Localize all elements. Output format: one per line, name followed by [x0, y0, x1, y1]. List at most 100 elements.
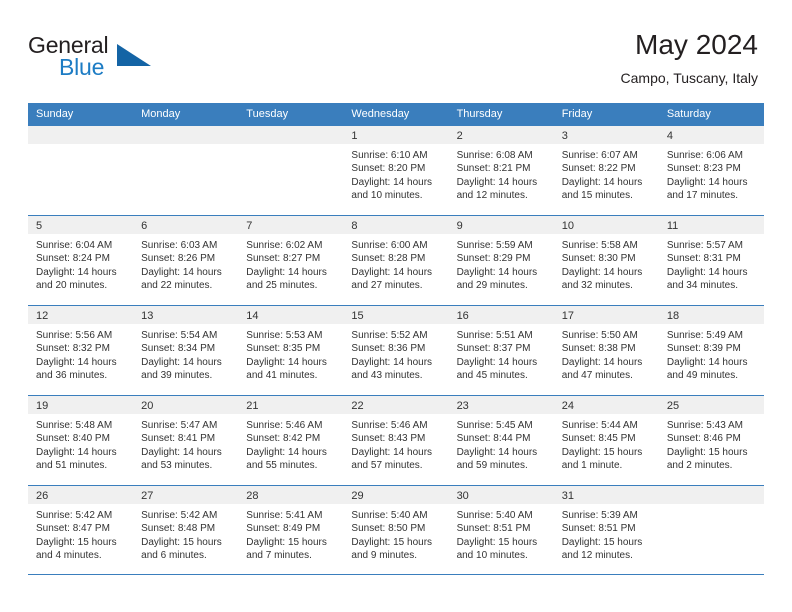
day-cell[interactable]: 14 Sunrise: 5:53 AM Sunset: 8:35 PM Dayligh…	[238, 306, 344, 395]
sunrise-text: Sunrise: 5:41 AM	[246, 510, 323, 521]
sunrise-text: Sunrise: 5:58 AM	[561, 240, 638, 251]
daylight-text-line1: Daylight: 14 hours	[246, 266, 327, 278]
day-info: Sunrise: 5:46 AM Sunset: 8:43 PM Daylight:…	[343, 414, 448, 472]
day-info: Sunrise: 6:07 AM Sunset: 8:22 PM Daylight:…	[554, 144, 659, 202]
daylight-text-line2: and 10 minutes.	[456, 549, 528, 561]
day-cell[interactable]: 19 Sunrise: 5:48 AM Sunset: 8:40 PM Dayligh…	[28, 396, 134, 485]
day-number-band: 1	[343, 126, 449, 144]
daylight-text-line1: Daylight: 14 hours	[351, 266, 433, 278]
weekday-header-row: Sunday Monday Tuesday Wednesday Thursday…	[28, 103, 764, 125]
day-info: Sunrise: 6:03 AM Sunset: 8:26 PM Daylight:…	[133, 234, 238, 292]
day-number: 18	[666, 310, 680, 322]
sunrise-text: Sunrise: 6:04 AM	[36, 240, 113, 251]
sunrise-text: Sunrise: 5:40 AM	[351, 510, 428, 521]
day-number-band	[658, 486, 764, 504]
day-cell[interactable]: 7 Sunrise: 6:02 AM Sunset: 8:27 PM Daylight…	[238, 216, 344, 305]
weekday-header-saturday: Saturday	[666, 108, 711, 120]
day-cell[interactable]: 9 Sunrise: 5:59 AM Sunset: 8:29 PM Daylight…	[448, 216, 554, 305]
day-info: Sunrise: 5:45 AM Sunset: 8:44 PM Daylight:…	[449, 414, 554, 472]
day-info: Sunrise: 6:04 AM Sunset: 8:24 PM Daylight:…	[28, 234, 133, 292]
daylight-text-line1: Daylight: 14 hours	[666, 266, 748, 278]
sunrise-text: Sunrise: 6:03 AM	[141, 240, 218, 251]
sunset-text: Sunset: 8:51 PM	[561, 523, 636, 535]
day-info: Sunrise: 5:43 AM Sunset: 8:46 PM Daylight:…	[659, 414, 764, 472]
daylight-text-line2: and 29 minutes.	[456, 279, 528, 291]
day-cell[interactable]: 24 Sunrise: 5:44 AM Sunset: 8:45 PM Dayligh…	[553, 396, 659, 485]
day-cell[interactable]: 6 Sunrise: 6:03 AM Sunset: 8:26 PM Daylight…	[133, 216, 239, 305]
day-cell[interactable]: 12 Sunrise: 5:56 AM Sunset: 8:32 PM Dayligh…	[28, 306, 134, 395]
logo-text-blue: Blue	[59, 54, 105, 80]
day-cell[interactable]: 13 Sunrise: 5:54 AM Sunset: 8:34 PM Dayligh…	[133, 306, 239, 395]
day-cell[interactable]: 10 Sunrise: 5:58 AM Sunset: 8:30 PM Dayligh…	[553, 216, 659, 305]
day-cell[interactable]: 26 Sunrise: 5:42 AM Sunset: 8:47 PM Dayligh…	[28, 486, 134, 574]
sunset-text: Sunset: 8:44 PM	[456, 433, 531, 445]
sunrise-text: Sunrise: 5:51 AM	[456, 330, 533, 341]
sunrise-text: Sunrise: 6:06 AM	[666, 150, 743, 161]
day-number: 22	[351, 400, 364, 412]
daylight-text-line1: Daylight: 14 hours	[561, 356, 643, 368]
day-cell[interactable]: 15 Sunrise: 5:52 AM Sunset: 8:36 PM Dayligh…	[343, 306, 449, 395]
sunrise-text: Sunrise: 5:54 AM	[141, 330, 218, 341]
day-number: 15	[351, 310, 364, 322]
day-cell[interactable]: 1 Sunrise: 6:10 AM Sunset: 8:20 PM Daylight…	[343, 126, 449, 215]
day-cell[interactable]: 31 Sunrise: 5:39 AM Sunset: 8:51 PM Dayligh…	[553, 486, 659, 574]
day-cell[interactable]: 3 Sunrise: 6:07 AM Sunset: 8:22 PM Daylight…	[553, 126, 659, 215]
day-cell[interactable]: 29 Sunrise: 5:40 AM Sunset: 8:50 PM Dayligh…	[343, 486, 449, 574]
day-cell[interactable]: 2 Sunrise: 6:08 AM Sunset: 8:21 PM Daylight…	[448, 126, 554, 215]
page-header: General Blue May 2024 Campo, Tuscany, It…	[28, 28, 758, 94]
day-cell[interactable]: 20 Sunrise: 5:47 AM Sunset: 8:41 PM Dayligh…	[133, 396, 239, 485]
day-cell[interactable]: 21 Sunrise: 5:46 AM Sunset: 8:42 PM Dayligh…	[238, 396, 344, 485]
daylight-text-line2: and 55 minutes.	[246, 459, 318, 471]
day-info: Sunrise: 5:56 AM Sunset: 8:32 PM Daylight:…	[28, 324, 133, 382]
general-blue-logo[interactable]: General Blue	[28, 32, 168, 84]
day-cell[interactable]: 28 Sunrise: 5:41 AM Sunset: 8:49 PM Dayligh…	[238, 486, 344, 574]
daylight-text-line2: and 7 minutes.	[246, 549, 312, 561]
sunset-text: Sunset: 8:30 PM	[561, 253, 636, 265]
day-cell[interactable]: 18 Sunrise: 5:49 AM Sunset: 8:39 PM Dayligh…	[658, 306, 764, 395]
daylight-text-line1: Daylight: 14 hours	[456, 446, 538, 458]
sunrise-text: Sunrise: 5:46 AM	[351, 420, 428, 431]
day-number: 5	[36, 220, 43, 232]
day-cell[interactable]: 30 Sunrise: 5:40 AM Sunset: 8:51 PM Dayligh…	[448, 486, 554, 574]
day-number-band: 17	[553, 306, 659, 324]
day-cell[interactable]: 23 Sunrise: 5:45 AM Sunset: 8:44 PM Dayligh…	[448, 396, 554, 485]
daylight-text-line2: and 22 minutes.	[141, 279, 213, 291]
day-number: 21	[246, 400, 259, 412]
day-cell-empty	[133, 126, 239, 215]
day-cell[interactable]: 4 Sunrise: 6:06 AM Sunset: 8:23 PM Daylight…	[658, 126, 764, 215]
sunset-text: Sunset: 8:26 PM	[141, 253, 216, 265]
daylight-text-line1: Daylight: 14 hours	[456, 356, 538, 368]
day-cell[interactable]: 11 Sunrise: 5:57 AM Sunset: 8:31 PM Dayligh…	[658, 216, 764, 305]
day-cell[interactable]: 27 Sunrise: 5:42 AM Sunset: 8:48 PM Dayligh…	[133, 486, 239, 574]
day-number-band: 27	[133, 486, 239, 504]
day-cell[interactable]: 5 Sunrise: 6:04 AM Sunset: 8:24 PM Daylight…	[28, 216, 134, 305]
day-number: 26	[36, 490, 49, 502]
day-info: Sunrise: 6:00 AM Sunset: 8:28 PM Daylight:…	[343, 234, 448, 292]
day-info: Sunrise: 5:52 AM Sunset: 8:36 PM Daylight:…	[343, 324, 448, 382]
day-number-band: 2	[448, 126, 554, 144]
day-number-band: 9	[448, 216, 554, 234]
day-info: Sunrise: 5:57 AM Sunset: 8:31 PM Daylight:…	[659, 234, 764, 292]
sunrise-text: Sunrise: 5:57 AM	[666, 240, 743, 251]
day-number: 8	[351, 220, 358, 232]
day-info: Sunrise: 5:42 AM Sunset: 8:47 PM Daylight:…	[28, 504, 133, 562]
sunset-text: Sunset: 8:24 PM	[36, 253, 110, 265]
sunrise-text: Sunrise: 5:50 AM	[561, 330, 638, 341]
sunrise-text: Sunrise: 5:53 AM	[246, 330, 323, 341]
day-cell[interactable]: 8 Sunrise: 6:00 AM Sunset: 8:28 PM Daylight…	[343, 216, 449, 305]
day-info: Sunrise: 5:50 AM Sunset: 8:38 PM Daylight:…	[554, 324, 659, 382]
day-number: 12	[36, 310, 49, 322]
day-number-band: 11	[658, 216, 764, 234]
day-number: 29	[351, 490, 364, 502]
day-info: Sunrise: 5:40 AM Sunset: 8:50 PM Daylight:…	[343, 504, 448, 562]
weekday-header-sunday: Sunday	[36, 108, 74, 120]
day-cell[interactable]: 25 Sunrise: 5:43 AM Sunset: 8:46 PM Dayligh…	[658, 396, 764, 485]
daylight-text-line2: and 41 minutes.	[246, 369, 318, 381]
week-row: 26 Sunrise: 5:42 AM Sunset: 8:47 PM Dayligh…	[28, 485, 764, 575]
daylight-text-line2: and 15 minutes.	[561, 189, 633, 201]
week-row: 1 Sunrise: 6:10 AM Sunset: 8:20 PM Daylight…	[28, 125, 764, 215]
day-number-band	[133, 126, 239, 144]
day-cell[interactable]: 17 Sunrise: 5:50 AM Sunset: 8:38 PM Dayligh…	[553, 306, 659, 395]
day-cell[interactable]: 16 Sunrise: 5:51 AM Sunset: 8:37 PM Dayligh…	[448, 306, 554, 395]
day-cell[interactable]: 22 Sunrise: 5:46 AM Sunset: 8:43 PM Dayligh…	[343, 396, 449, 485]
